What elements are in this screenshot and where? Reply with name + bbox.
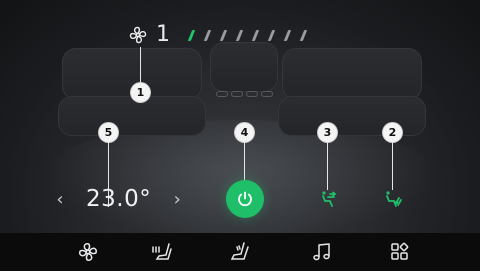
callout-2-badge: 2 [383, 123, 402, 142]
callout-3-badge: 3 [318, 123, 337, 142]
callout-3: 3 [318, 123, 337, 190]
fan-speed-bars[interactable] [187, 30, 308, 41]
fan-icon [128, 25, 148, 45]
fan-speed-display[interactable]: 1 [128, 22, 170, 48]
fan-icon [78, 242, 98, 262]
apps-icon [391, 242, 409, 260]
fan-speed-bar[interactable] [187, 30, 196, 41]
chevron-right-icon[interactable]: › [169, 189, 185, 210]
bottom-nav [0, 233, 480, 271]
rear-seat-right-back [282, 48, 422, 100]
airflow-upper-body-icon[interactable] [318, 189, 340, 211]
nav-seat-heat-button[interactable] [150, 241, 174, 263]
fan-speed-bar[interactable] [235, 30, 244, 41]
fan-speed-bar[interactable] [219, 30, 228, 41]
fan-speed-bar[interactable] [299, 30, 308, 41]
rear-seat-center [210, 42, 278, 92]
nav-apps-button[interactable] [388, 241, 412, 263]
seat-heat-icon [152, 243, 172, 260]
callout-5-badge: 5 [99, 123, 118, 142]
airflow-feet-icon[interactable] [382, 189, 404, 211]
chevron-left-icon[interactable]: ‹ [52, 189, 68, 210]
fan-speed-bar[interactable] [251, 30, 260, 41]
rear-climate-screen: 1 1 2 3 4 5 ‹ 23.0° › [0, 0, 480, 271]
nav-music-button[interactable] [310, 241, 334, 263]
seat-icon [230, 242, 249, 260]
callout-4-badge: 4 [235, 123, 254, 142]
power-icon [238, 191, 252, 207]
fan-speed-bar[interactable] [267, 30, 276, 41]
nav-seat-button[interactable] [228, 241, 252, 263]
fan-speed-bar[interactable] [283, 30, 292, 41]
nav-fan-button[interactable] [76, 241, 100, 263]
callout-2: 2 [383, 123, 402, 190]
fan-level-value: 1 [156, 22, 170, 47]
temperature-value[interactable]: 23.0° [86, 186, 151, 212]
callout-1: 1 [131, 47, 150, 102]
music-icon [313, 243, 330, 261]
power-button[interactable] [226, 180, 264, 218]
rear-seat-left-cushion [58, 96, 206, 136]
rear-seat-right-cushion [278, 96, 426, 136]
temperature-control: ‹ 23.0° › [52, 186, 185, 212]
fan-speed-bar[interactable] [203, 30, 212, 41]
rear-vent [214, 91, 274, 101]
callout-1-badge: 1 [131, 83, 150, 102]
callout-4: 4 [235, 123, 254, 182]
